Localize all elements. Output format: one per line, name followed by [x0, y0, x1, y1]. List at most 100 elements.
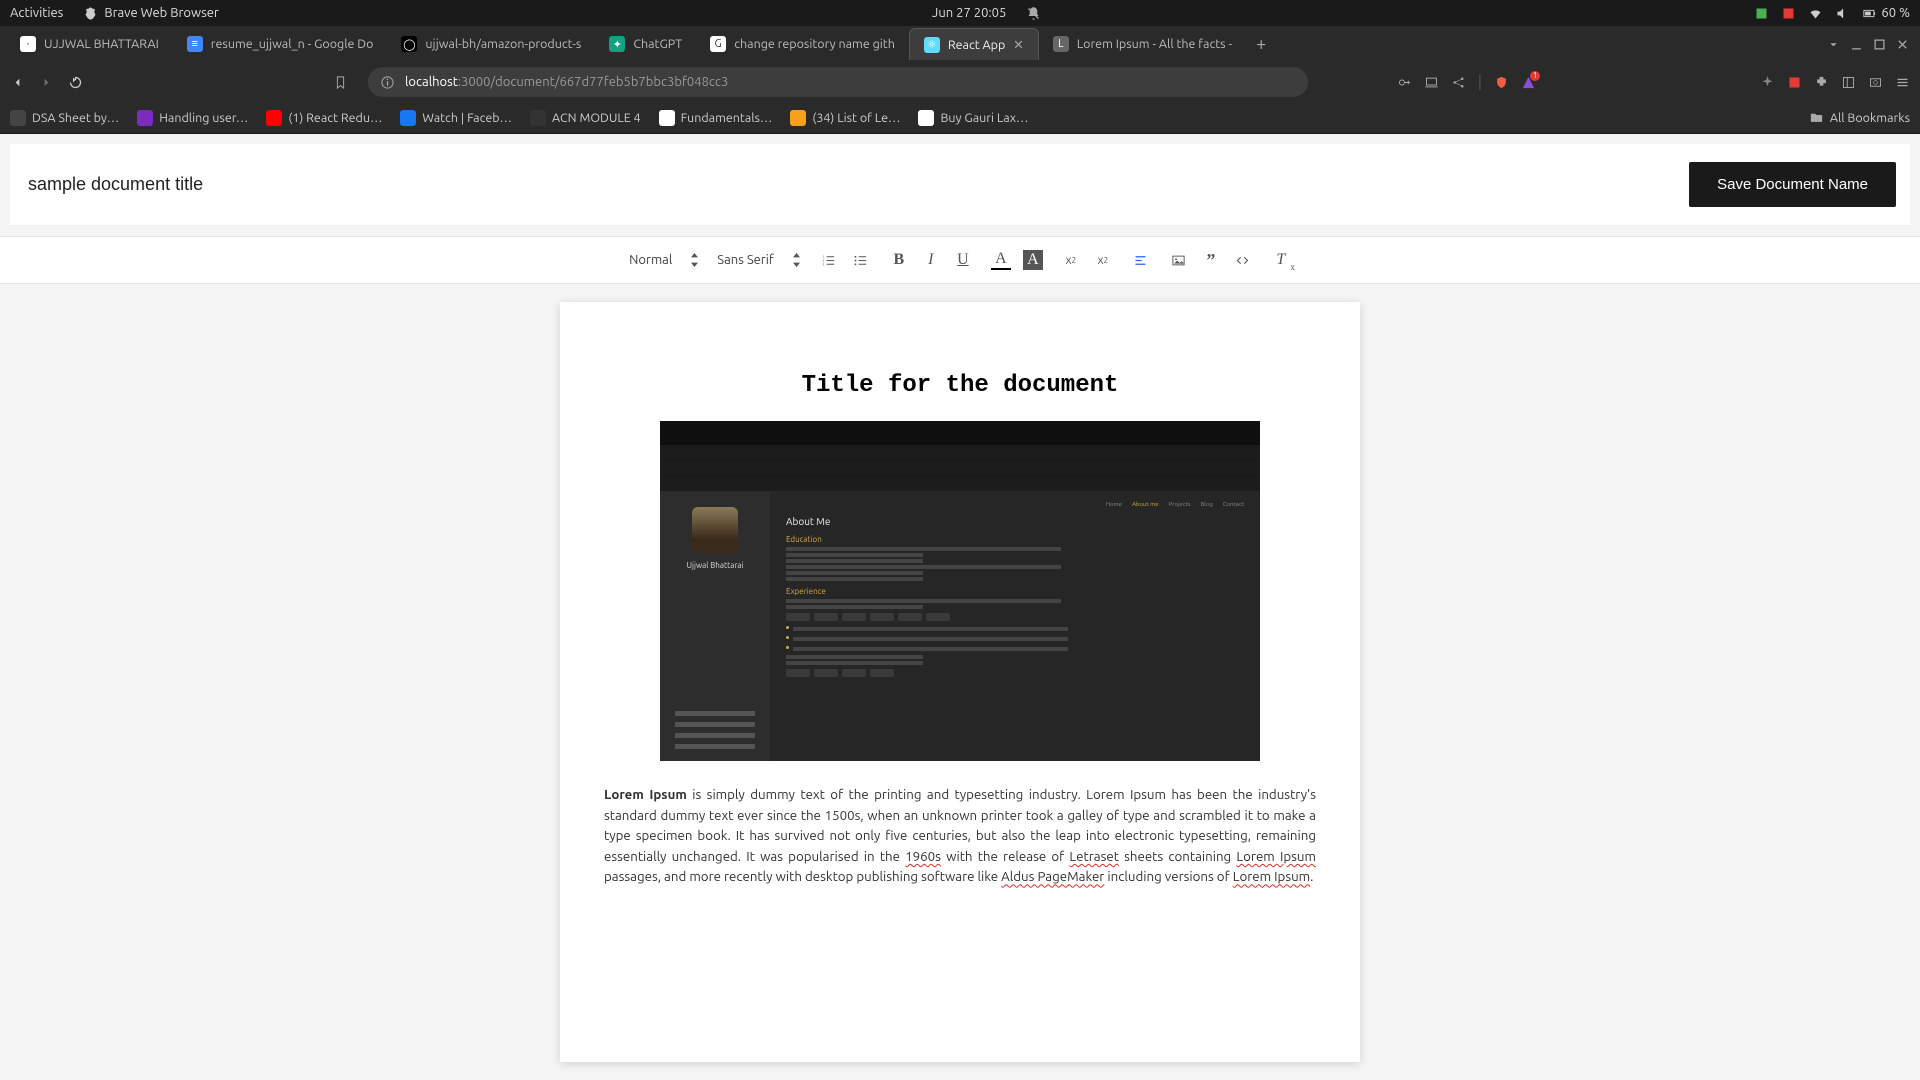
brave-shield-icon[interactable] [1494, 75, 1509, 90]
highlight-button[interactable]: A [1023, 250, 1043, 270]
extension-1-icon[interactable] [1787, 75, 1802, 90]
browser-tab[interactable]: Gchange repository name gith [696, 28, 909, 60]
tab-label: React App [948, 38, 1005, 52]
new-tab-button[interactable]: + [1246, 34, 1276, 54]
bookmark-favicon-icon [400, 110, 416, 126]
browser-tab[interactable]: ·UJJWAL BHATTARAI [6, 28, 173, 60]
browser-tab[interactable]: ≡ resume_ujjwal_n - Google Do [173, 28, 388, 60]
superscript-button[interactable]: x2 [1093, 250, 1113, 270]
key-icon[interactable] [1397, 75, 1412, 90]
bookmark-item[interactable]: Fundamentals… [659, 110, 773, 126]
site-info-icon[interactable] [380, 75, 395, 90]
tab-favicon-icon: G [710, 36, 726, 52]
share-icon[interactable] [1451, 75, 1466, 90]
window-close-icon[interactable] [1895, 37, 1910, 52]
browser-tab[interactable]: ◯ujjwal-bh/amazon-product-s [387, 28, 595, 60]
bookmark-star-icon[interactable] [333, 75, 348, 90]
tab-label: ujjwal-bh/amazon-product-s [425, 37, 581, 51]
window-maximize-icon[interactable] [1872, 37, 1887, 52]
bookmark-label: ACN MODULE 4 [552, 111, 641, 125]
notification-bell-icon[interactable] [1026, 6, 1041, 21]
text-color-button[interactable]: A [991, 250, 1011, 270]
bookmark-item[interactable]: (1) React Redu… [266, 110, 382, 126]
tray-icon-1[interactable] [1754, 6, 1769, 21]
bookmark-favicon-icon [918, 110, 934, 126]
tab-favicon-icon: ⚛ [924, 37, 940, 53]
bookmark-item[interactable]: Handling user… [137, 110, 248, 126]
menu-icon[interactable] [1895, 75, 1910, 90]
font-select[interactable]: Sans Serif [717, 253, 801, 267]
document-title-row: Save Document Name [10, 144, 1910, 226]
document-page[interactable]: Title for the document Ujjwal Bhattarai … [560, 302, 1360, 1062]
code-block-button[interactable] [1233, 250, 1253, 270]
extensions-icon[interactable] [1814, 75, 1829, 90]
current-app[interactable]: Brave Web Browser [83, 6, 219, 21]
bookmark-label: Buy Gauri Lax… [940, 111, 1028, 125]
document-body-paragraph: Lorem Ipsum is simply dummy text of the … [600, 785, 1320, 888]
bookmark-favicon-icon [790, 110, 806, 126]
browser-tab[interactable]: ⚛ React App ✕ [909, 28, 1039, 60]
unordered-list-button[interactable] [851, 250, 871, 270]
bookmark-item[interactable]: (34) List of Le… [790, 110, 900, 126]
tab-close-icon[interactable]: ✕ [1013, 37, 1023, 52]
os-top-bar: Activities Brave Web Browser Jun 27 20:0… [0, 0, 1920, 26]
bold-button[interactable]: B [889, 250, 909, 270]
bookmark-label: Watch | Faceb… [422, 111, 512, 125]
bookmark-item[interactable]: ACN MODULE 4 [530, 110, 641, 126]
bookmark-item[interactable]: DSA Sheet by… [10, 110, 119, 126]
tab-favicon-icon: ✦ [609, 36, 625, 52]
activities-button[interactable]: Activities [10, 6, 63, 20]
tab-label: Lorem Ipsum - All the facts - [1077, 37, 1232, 51]
window-minimize-icon[interactable] [1849, 37, 1864, 52]
nav-back-icon[interactable] [10, 75, 25, 90]
bookmark-label: Fundamentals… [681, 111, 773, 125]
nav-forward-icon[interactable] [39, 75, 54, 90]
browser-tab[interactable]: LLorem Ipsum - All the facts - [1039, 28, 1246, 60]
tab-dropdown-icon[interactable] [1826, 37, 1841, 52]
italic-button[interactable]: I [921, 250, 941, 270]
bookmark-label: (34) List of Le… [812, 111, 900, 125]
embedded-screenshot-image[interactable]: Ujjwal Bhattarai HomeAbout meProjectsBlo… [660, 421, 1260, 761]
underline-button[interactable]: U [953, 250, 973, 270]
bookmark-label: Handling user… [159, 111, 248, 125]
select-arrows-icon [792, 253, 801, 267]
bookmark-item[interactable]: Watch | Faceb… [400, 110, 512, 126]
tray-icon-2[interactable] [1781, 6, 1796, 21]
browser-tab-strip: ·UJJWAL BHATTARAI ≡ resume_ujjwal_n - Goog… [0, 26, 1920, 62]
tab-favicon-icon: ≡ [187, 36, 203, 52]
ordered-list-button[interactable]: 123 [819, 250, 839, 270]
clear-format-button[interactable]: Tx [1271, 250, 1291, 270]
leo-icon[interactable] [1760, 75, 1775, 90]
reload-icon[interactable] [68, 75, 83, 90]
bookmark-favicon-icon [659, 110, 675, 126]
volume-icon[interactable] [1835, 6, 1850, 21]
screenshot-icon[interactable] [1868, 75, 1883, 90]
format-select[interactable]: Normal [629, 253, 699, 267]
folder-icon [1809, 110, 1824, 125]
subscript-button[interactable]: x2 [1061, 250, 1081, 270]
bookmark-favicon-icon [10, 110, 26, 126]
bookmark-favicon-icon [137, 110, 153, 126]
tab-label: change repository name gith [734, 37, 895, 51]
all-bookmarks-button[interactable]: All Bookmarks [1809, 110, 1910, 125]
document-heading: Title for the document [600, 372, 1320, 399]
wallet-icon[interactable]: 1 [1521, 75, 1536, 90]
bookmark-label: DSA Sheet by… [32, 111, 119, 125]
image-button[interactable] [1169, 250, 1189, 270]
bookmark-item[interactable]: Buy Gauri Lax… [918, 110, 1028, 126]
mini-avatar-icon [692, 507, 738, 553]
sidebar-toggle-icon[interactable] [1841, 75, 1856, 90]
tab-label: resume_ujjwal_n - Google Do [211, 37, 374, 51]
document-title-input[interactable] [24, 162, 1675, 207]
save-document-name-button[interactable]: Save Document Name [1689, 162, 1896, 207]
blockquote-button[interactable]: ” [1201, 250, 1221, 270]
clock[interactable]: Jun 27 20:05 [932, 6, 1006, 20]
align-button[interactable] [1131, 250, 1151, 270]
device-icon[interactable] [1424, 75, 1439, 90]
bookmark-favicon-icon [530, 110, 546, 126]
wifi-icon[interactable] [1808, 6, 1823, 21]
url-input[interactable]: localhost:3000/document/667d77feb5b7bbc3… [368, 67, 1308, 97]
browser-tab[interactable]: ✦ChatGPT [595, 28, 696, 60]
battery-indicator[interactable]: 60 % [1862, 6, 1910, 21]
bookmark-label: (1) React Redu… [288, 111, 382, 125]
